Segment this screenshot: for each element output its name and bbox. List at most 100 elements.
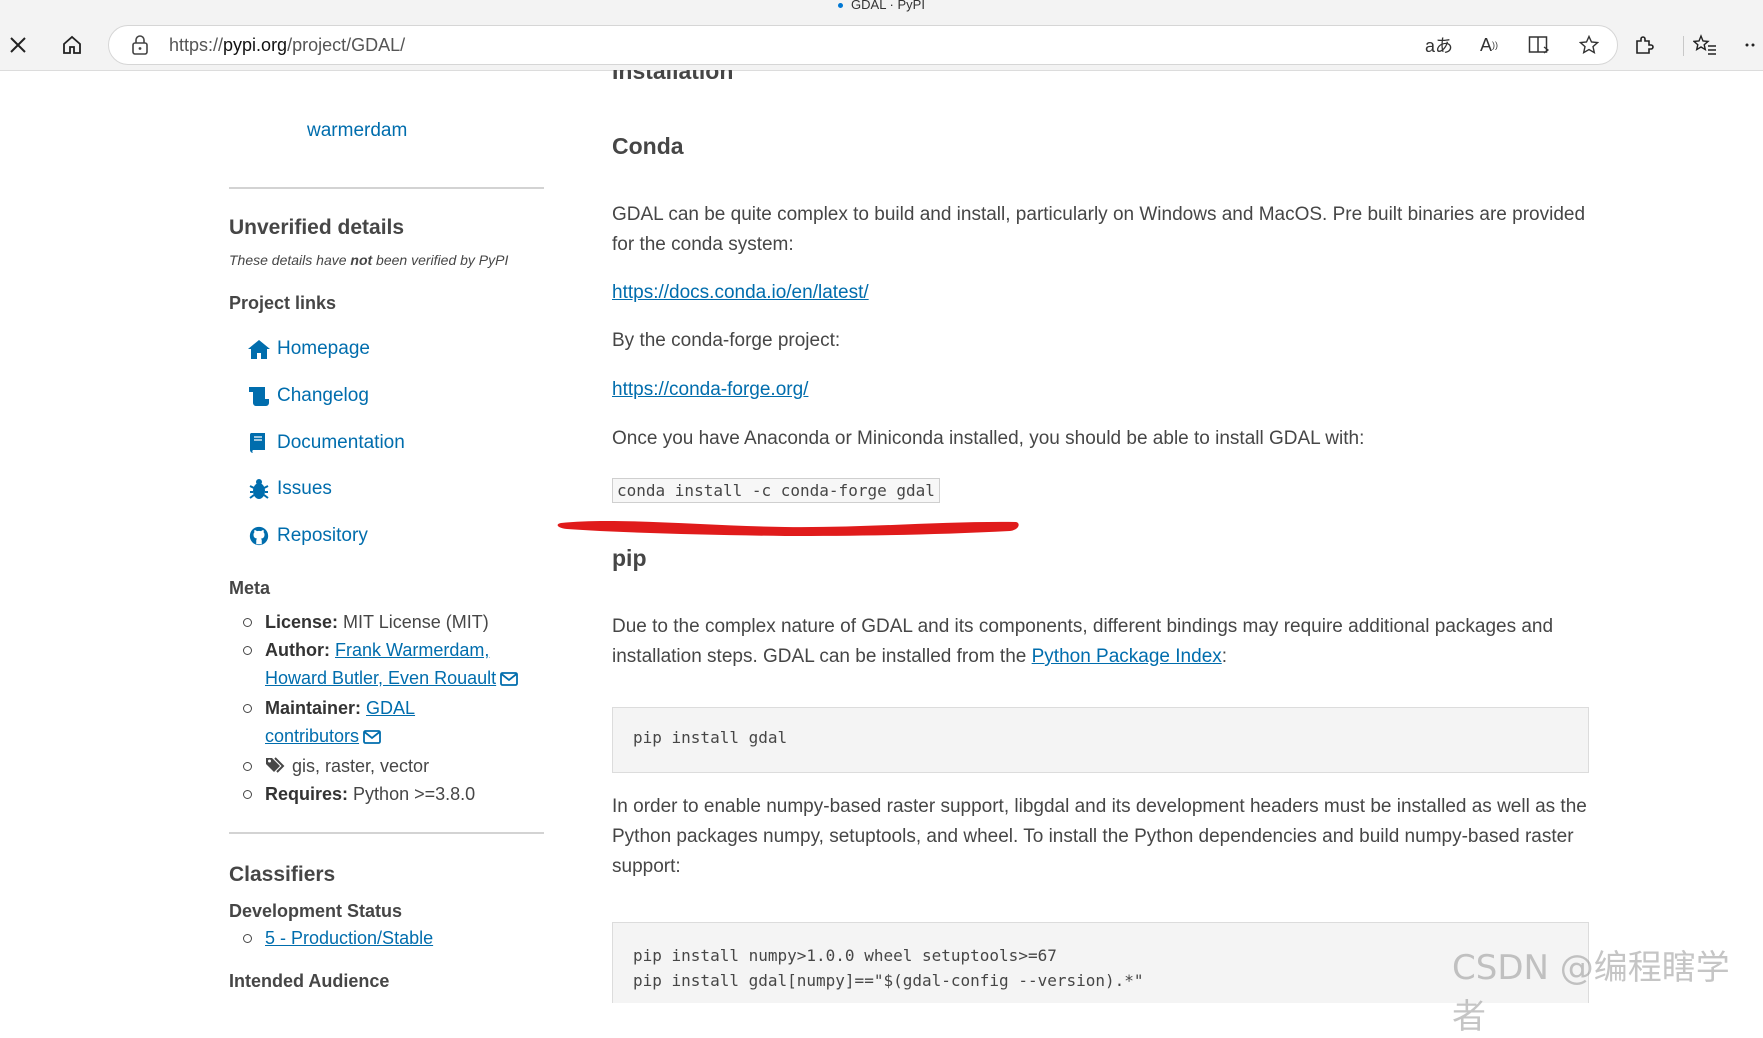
maintainer-link-1[interactable]: GDAL xyxy=(366,698,415,718)
pip-paragraph-colon: : xyxy=(1221,646,1228,667)
numpy-install-codeblock[interactable]: pip install numpy>1.0.0 wheel setuptools… xyxy=(612,922,1589,1003)
license-label: License: xyxy=(265,612,339,632)
unverified-note-text: These details have xyxy=(229,252,351,268)
changelog-label: Changelog xyxy=(277,385,369,406)
development-status-link[interactable]: 5 - Production/Stable xyxy=(265,928,433,948)
pip-install-command: pip install gdal xyxy=(633,728,788,747)
meta-author: Author: Frank Warmerdam, Howard Butler, E… xyxy=(243,636,543,694)
scroll-icon xyxy=(247,385,273,407)
numpy-paragraph-line-3: support: xyxy=(612,856,681,877)
address-bar[interactable]: https://pypi.org/project/GDAL/ aあ A)) xyxy=(108,25,1618,65)
requires-label: Requires: xyxy=(265,784,349,804)
tab-indicator-dot xyxy=(838,3,844,9)
favorites-list-icon[interactable] xyxy=(1689,29,1721,61)
numpy-install-command-1: pip install numpy>1.0.0 wheel setuptools… xyxy=(633,946,1057,965)
unverified-note-bold: not xyxy=(350,252,373,268)
meta-requires: Requires: Python >=3.8.0 xyxy=(243,780,543,808)
author-label: Author: xyxy=(265,640,330,660)
immersive-reader-icon[interactable] xyxy=(1525,32,1553,58)
meta-list: License: MIT License (MIT) Author: Frank… xyxy=(243,608,543,808)
unverified-note-text-end: been verified by PyPI xyxy=(372,252,509,268)
address-bar-actions: aあ A)) xyxy=(1425,32,1603,58)
more-menu-icon[interactable] xyxy=(1740,29,1760,61)
anaconda-paragraph: Once you have Anaconda or Miniconda inst… xyxy=(612,428,1365,449)
pip-heading: pip xyxy=(612,545,647,571)
close-icon[interactable] xyxy=(2,29,34,61)
toolbar-separator xyxy=(1683,36,1684,56)
url-domain: pypi.org xyxy=(223,35,288,55)
title-bar: GDAL · PyPI xyxy=(0,0,1763,20)
conda-install-command[interactable]: conda install -c conda-forge gdal xyxy=(612,478,940,503)
red-underline-annotation xyxy=(557,520,1019,536)
conda-forge-link[interactable]: https://conda-forge.org/ xyxy=(612,379,808,401)
translate-icon[interactable]: aあ xyxy=(1425,32,1453,58)
book-icon xyxy=(247,432,273,454)
github-icon xyxy=(247,525,273,547)
mail-icon[interactable] xyxy=(363,724,381,752)
conda-paragraph-line-1: GDAL can be quite complex to build and i… xyxy=(612,204,1586,225)
browser-toolbar: https://pypi.org/project/GDAL/ aあ A)) xyxy=(0,20,1763,71)
mail-icon[interactable] xyxy=(500,666,519,694)
development-status-list: 5 - Production/Stable xyxy=(243,924,543,952)
conda-heading: Conda xyxy=(612,133,684,159)
author-link-2[interactable]: Howard Butler, Even Rouault xyxy=(265,668,496,688)
watermark: CSDN @编程瞎学者 xyxy=(1452,948,1730,1037)
sidebar-divider xyxy=(229,832,544,834)
numpy-paragraph: In order to enable numpy-based raster su… xyxy=(612,792,1592,882)
unverified-note: These details have not been verified by … xyxy=(229,252,508,268)
repository-label: Repository xyxy=(277,525,368,546)
intended-audience-heading: Intended Audience xyxy=(229,971,390,991)
home-icon[interactable] xyxy=(56,29,88,61)
author-link-1[interactable]: Frank Warmerdam, xyxy=(335,640,489,660)
meta-tags: gis, raster, vector xyxy=(243,752,543,780)
license-value: MIT License (MIT) xyxy=(343,612,489,632)
maintainer-label: Maintainer: xyxy=(265,698,362,718)
url-prefix: https:// xyxy=(169,35,224,55)
meta-heading: Meta xyxy=(229,578,271,598)
numpy-install-command-2: pip install gdal[numpy]=="$(gdal-config … xyxy=(633,971,1144,990)
pip-paragraph: Due to the complex nature of GDAL and it… xyxy=(612,612,1592,672)
meta-maintainer: Maintainer: GDAL contributors xyxy=(243,694,543,752)
read-aloud-icon[interactable]: A)) xyxy=(1475,32,1503,58)
conda-docs-link[interactable]: https://docs.conda.io/en/latest/ xyxy=(612,282,869,304)
extensions-icon[interactable] xyxy=(1628,29,1660,61)
conda-paragraph-line-2: for the conda system: xyxy=(612,234,794,255)
pip-paragraph-line-2: installation steps. GDAL can be installe… xyxy=(612,646,1032,667)
numpy-install-commands: pip install numpy>1.0.0 wheel setuptools… xyxy=(633,943,1144,993)
homepage-label: Homepage xyxy=(277,338,370,359)
documentation-label: Documentation xyxy=(277,432,405,453)
home-icon xyxy=(247,338,273,360)
project-links-heading: Project links xyxy=(229,293,337,313)
conda-paragraph: GDAL can be quite complex to build and i… xyxy=(612,200,1592,260)
numpy-paragraph-line-1: In order to enable numpy-based raster su… xyxy=(612,796,1587,817)
maintainer-link-2[interactable]: contributors xyxy=(265,726,359,746)
meta-license: License: MIT License (MIT) xyxy=(243,608,543,636)
bug-icon xyxy=(247,478,273,500)
url-path: /project/GDAL/ xyxy=(287,35,406,55)
requires-value: Python >=3.8.0 xyxy=(353,784,476,804)
development-status-item: 5 - Production/Stable xyxy=(243,924,543,952)
tags-value: gis, raster, vector xyxy=(292,756,430,776)
classifiers-heading: Classifiers xyxy=(229,863,336,886)
pip-install-codeblock[interactable]: pip install gdal xyxy=(612,707,1589,773)
tab-title[interactable]: GDAL · PyPI xyxy=(0,0,1763,12)
documentation-link[interactable]: Documentation xyxy=(247,432,405,454)
development-status-heading: Development Status xyxy=(229,901,403,921)
unverified-details-heading: Unverified details xyxy=(229,216,405,239)
tab-title-text: GDAL · PyPI xyxy=(851,0,925,12)
repository-link[interactable]: Repository xyxy=(247,525,368,547)
pip-paragraph-line-1: Due to the complex nature of GDAL and it… xyxy=(612,616,1554,637)
lock-icon[interactable] xyxy=(131,35,149,60)
tags-icon xyxy=(265,756,287,776)
issues-label: Issues xyxy=(277,478,332,499)
conda-forge-paragraph: By the conda-forge project: xyxy=(612,330,841,351)
sidebar-divider xyxy=(229,187,544,189)
maintainer-link[interactable]: warmerdam xyxy=(307,120,407,142)
url-text[interactable]: https://pypi.org/project/GDAL/ xyxy=(169,35,405,56)
favorite-star-icon[interactable] xyxy=(1575,32,1603,58)
changelog-link[interactable]: Changelog xyxy=(247,385,369,407)
numpy-paragraph-line-2: Python packages numpy, setuptools, and w… xyxy=(612,826,1574,847)
issues-link[interactable]: Issues xyxy=(247,478,332,500)
homepage-link[interactable]: Homepage xyxy=(247,338,370,360)
python-package-index-link[interactable]: Python Package Index xyxy=(1032,646,1222,667)
